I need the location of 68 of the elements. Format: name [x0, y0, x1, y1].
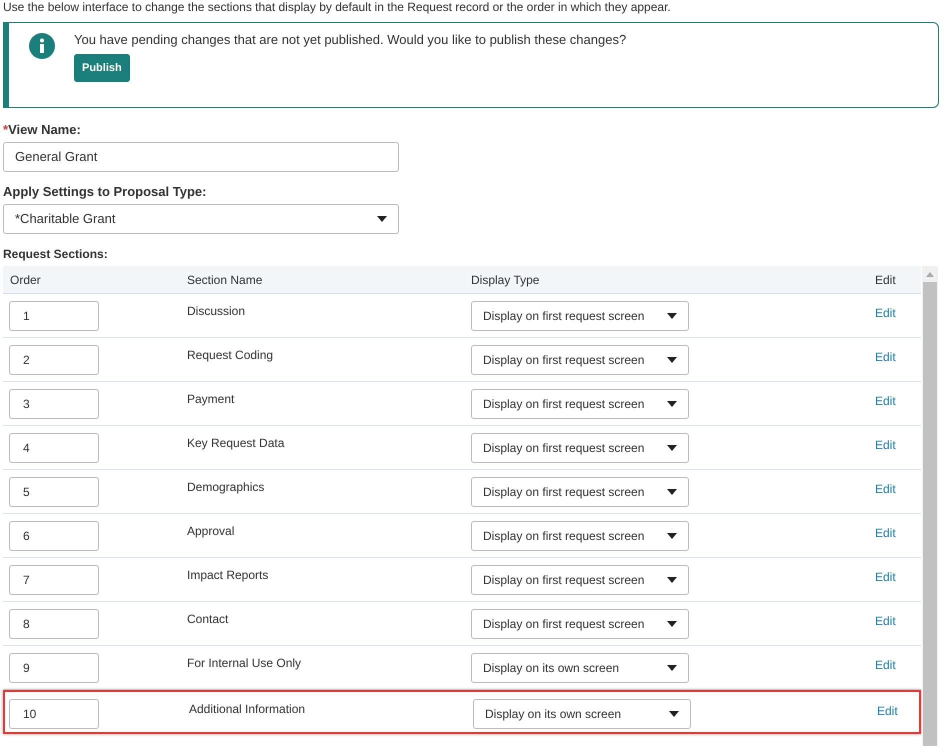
order-field[interactable]: 8	[9, 609, 99, 639]
edit-link[interactable]: Edit	[875, 426, 896, 454]
scroll-up-icon[interactable]	[926, 272, 934, 277]
caret-icon	[377, 216, 387, 222]
caret-icon	[667, 313, 677, 319]
display-type-dropdown[interactable]: Display on first request screen	[471, 389, 689, 419]
proposal-type-dropdown[interactable]: *Charitable Grant	[3, 204, 399, 234]
caret-icon	[667, 621, 677, 627]
section-name: Additional Information	[189, 701, 306, 718]
publish-button[interactable]: Publish	[74, 54, 130, 82]
display-type-dropdown[interactable]: Display on first request screen	[471, 433, 689, 463]
edit-link[interactable]: Edit	[877, 692, 898, 720]
section-name: Demographics	[187, 479, 266, 496]
section-name: Approval	[187, 523, 236, 540]
display-type-dropdown[interactable]: Display on its own screen	[471, 653, 689, 683]
display-type-dropdown[interactable]: Display on first request screen	[471, 345, 689, 375]
request-sections-label: Request Sections:	[3, 246, 109, 262]
edit-link[interactable]: Edit	[875, 294, 896, 322]
section-name: Contact	[187, 611, 230, 628]
order-field[interactable]: 4	[9, 433, 99, 463]
proposal-type-label: Apply Settings to Proposal Type:	[3, 184, 208, 200]
order-field[interactable]: 6	[9, 521, 99, 551]
caret-icon	[667, 577, 677, 583]
order-field[interactable]: 1	[9, 301, 99, 331]
display-type-dropdown[interactable]: Display on first request screen	[471, 565, 689, 595]
order-field[interactable]: 9	[9, 653, 99, 683]
display-type-dropdown[interactable]: Display on first request screen	[471, 521, 689, 551]
info-icon	[29, 33, 55, 59]
edit-link[interactable]: Edit	[875, 646, 896, 674]
column-header: Section Name	[187, 272, 264, 288]
order-field[interactable]: 7	[9, 565, 99, 595]
view-name-field[interactable]: General Grant	[3, 142, 399, 172]
caret-icon	[667, 489, 677, 495]
edit-link[interactable]: Edit	[875, 470, 896, 498]
column-header: Display Type	[471, 272, 540, 288]
edit-link[interactable]: Edit	[875, 338, 896, 366]
section-name: Payment	[187, 391, 236, 408]
caret-icon	[667, 445, 677, 451]
scrollbar-thumb[interactable]	[923, 282, 937, 746]
display-type-dropdown[interactable]: Display on first request screen	[471, 609, 689, 639]
edit-link[interactable]: Edit	[875, 382, 896, 410]
edit-link[interactable]: Edit	[875, 602, 896, 630]
caret-icon	[667, 357, 677, 363]
section-name: Key Request Data	[187, 435, 286, 452]
column-header: Order	[9, 272, 42, 288]
edit-link[interactable]: Edit	[875, 514, 896, 542]
order-field[interactable]: 10	[9, 699, 99, 729]
notice-message: You have pending changes that are not yet published. Would you like to publish these changes?	[74, 32, 626, 48]
order-field[interactable]: 3	[9, 389, 99, 419]
display-type-dropdown[interactable]: Display on first request screen	[471, 477, 689, 507]
column-header: Edit	[875, 272, 897, 288]
caret-icon	[667, 665, 677, 671]
caret-icon	[667, 533, 677, 539]
order-field[interactable]: 2	[9, 345, 99, 375]
view-name-label: View Name:	[8, 122, 81, 138]
required-mark: *	[3, 122, 8, 138]
section-name: Request Coding	[187, 347, 274, 364]
display-type-dropdown[interactable]: Display on its own screen	[473, 699, 691, 729]
section-name: Discussion	[187, 303, 246, 320]
intro-text: Use the below interface to change the sections that display by default in the Request record or the order in which they appear.	[2, 0, 672, 14]
caret-icon	[667, 401, 677, 407]
order-field[interactable]: 5	[9, 477, 99, 507]
caret-icon	[669, 711, 679, 717]
scrollbar[interactable]	[922, 266, 938, 746]
edit-link[interactable]: Edit	[875, 558, 896, 586]
section-name: Impact Reports	[187, 567, 270, 584]
display-type-dropdown[interactable]: Display on first request screen	[471, 301, 689, 331]
section-name: For Internal Use Only	[187, 655, 302, 672]
